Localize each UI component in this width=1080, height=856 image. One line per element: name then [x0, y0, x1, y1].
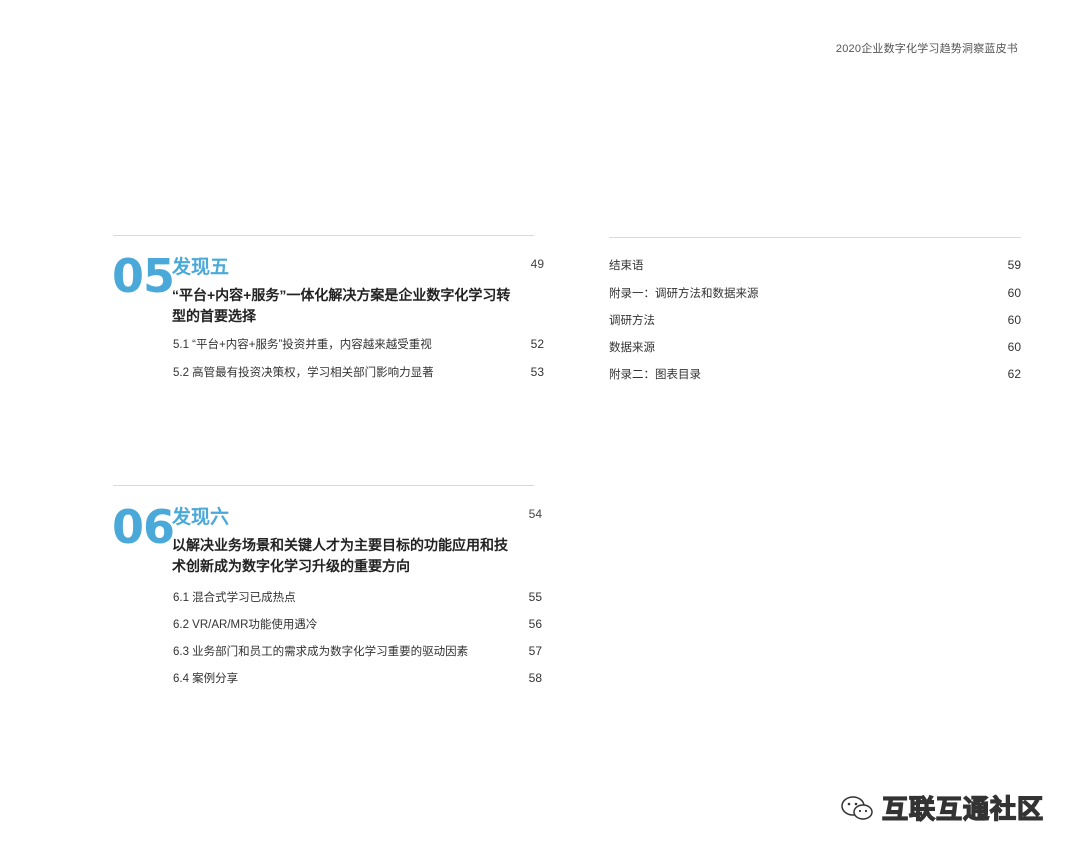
toc-entry-label: 5.1 “平台+内容+服务”投资并重，内容越来越受重视 [173, 339, 432, 351]
toc-entry[interactable]: 附录一：调研方法和数据来源 60 [609, 285, 1021, 301]
toc-entry-page: 60 [1007, 340, 1021, 354]
toc-entry-label: 附录二：图表目录 [609, 369, 701, 381]
section-heading: 以解决业务场景和关键人才为主要目标的功能应用和技 术创新成为数字化学习升级的重要… [172, 535, 537, 577]
section-number: 06 [112, 500, 175, 554]
toc-entry-page: 59 [1007, 258, 1021, 272]
section-heading-line: 型的首要选择 [172, 308, 256, 324]
toc-entry-page: 55 [528, 590, 542, 604]
toc-entry-label: 数据来源 [609, 342, 655, 354]
section-title: 发现六 [172, 507, 230, 528]
toc-entry-page: 56 [528, 617, 542, 631]
toc-entry-label: 结束语 [609, 260, 644, 272]
toc-entry-page: 57 [528, 644, 542, 658]
toc-entry-page: 58 [528, 671, 542, 685]
section-heading-line: 以解决业务场景和关键人才为主要目标的功能应用和技 [172, 537, 508, 553]
section-divider [113, 235, 534, 236]
section-heading-line: 术创新成为数字化学习升级的重要方向 [172, 558, 410, 574]
document-title: 2020企业数字化学习趋势洞察蓝皮书 [835, 43, 1018, 55]
toc-entry[interactable]: 附录二：图表目录 62 [609, 366, 1021, 382]
watermark-text: 互联互通社区 [881, 793, 1044, 824]
toc-entry-label: 6.4 案例分享 [173, 673, 239, 685]
toc-entry[interactable]: 6.4 案例分享 58 [173, 670, 542, 686]
wechat-icon [841, 795, 873, 820]
section-heading: “平台+内容+服务”一体化解决方案是企业数字化学习转 型的首要选择 [172, 285, 537, 327]
toc-entry[interactable]: 6.1 混合式学习已成热点 55 [173, 589, 542, 605]
section-heading-line: “平台+内容+服务”一体化解决方案是企业数字化学习转 [172, 287, 511, 303]
toc-entry-page: 53 [530, 365, 544, 379]
toc-entry-label: 附录一：调研方法和数据来源 [609, 288, 759, 300]
toc-entry-page: 62 [1007, 367, 1021, 381]
toc-entry-page: 60 [1007, 286, 1021, 300]
toc-entry[interactable]: 调研方法 60 [609, 312, 1021, 328]
section-page-number: 54 [528, 507, 542, 521]
section-number: 05 [112, 249, 175, 303]
toc-entry[interactable]: 6.3 业务部门和员工的需求成为数字化学习重要的驱动因素 57 [173, 643, 542, 659]
toc-entry[interactable]: 5.2 高管最有投资决策权，学习相关部门影响力显著 53 [173, 364, 544, 380]
toc-entry[interactable]: 数据来源 60 [609, 339, 1021, 355]
section-divider [609, 237, 1021, 238]
section-divider [113, 485, 534, 486]
toc-entry-label: 调研方法 [609, 315, 655, 327]
toc-entry-page: 60 [1007, 313, 1021, 327]
section-page-number: 49 [530, 257, 544, 271]
toc-entry-label: 5.2 高管最有投资决策权，学习相关部门影响力显著 [173, 367, 434, 379]
toc-entry[interactable]: 结束语 59 [609, 257, 1021, 273]
section-title: 发现五 [172, 257, 230, 278]
toc-entry[interactable]: 5.1 “平台+内容+服务”投资并重，内容越来越受重视 52 [173, 336, 544, 352]
watermark: 互联互通社区 [840, 789, 1044, 826]
toc-entry-label: 6.1 混合式学习已成热点 [173, 592, 296, 604]
toc-entry[interactable]: 6.2 VR/AR/MR功能使用遇冷 56 [173, 616, 542, 632]
toc-entry-label: 6.3 业务部门和员工的需求成为数字化学习重要的驱动因素 [173, 646, 469, 658]
toc-entry-page: 52 [530, 337, 544, 351]
toc-entry-label: 6.2 VR/AR/MR功能使用遇冷 [173, 619, 318, 631]
